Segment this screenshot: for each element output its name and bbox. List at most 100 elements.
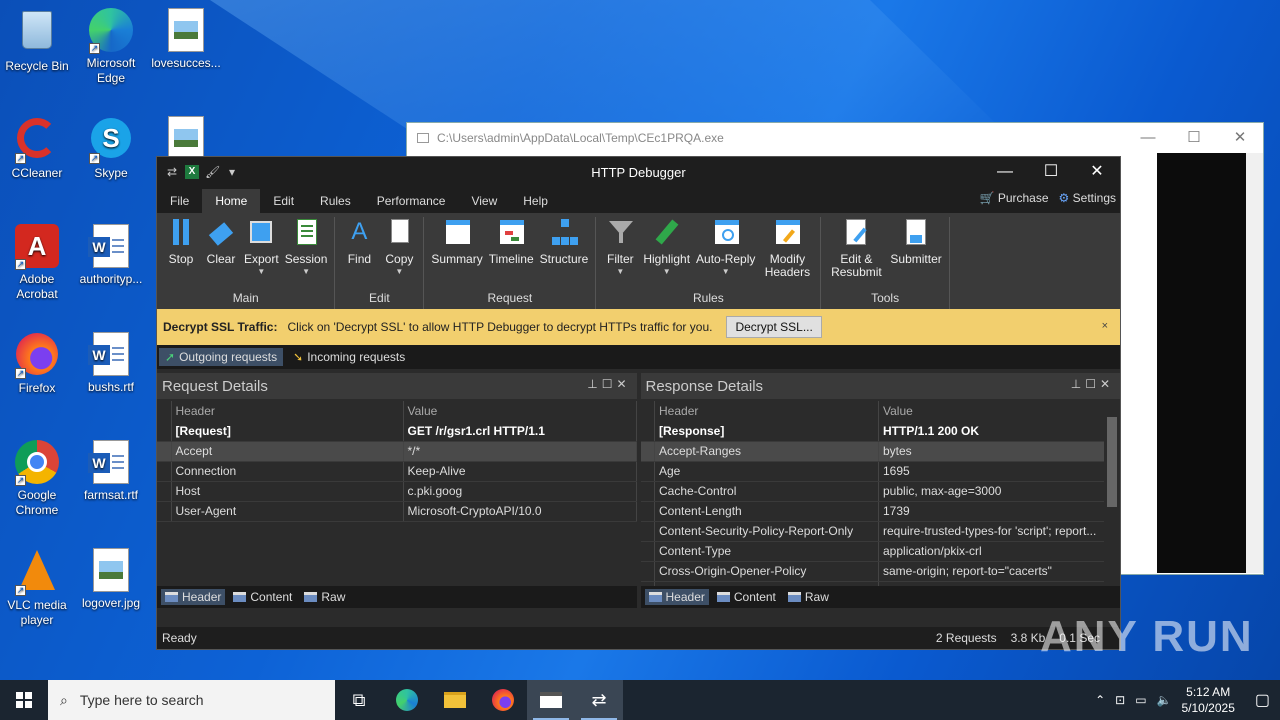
menu-rules[interactable]: Rules [307,189,364,213]
column-header[interactable]: Header [171,401,404,421]
desktop-icon-recycle-bin[interactable]: Recycle Bin [2,8,72,74]
taskbar-search[interactable]: ⌕ Type here to search [48,680,335,720]
menu-file[interactable]: File [157,189,202,213]
taskbar-file-explorer[interactable] [431,680,479,720]
maximize-button[interactable]: ☐ [1171,123,1217,153]
timeline-button[interactable]: Timeline [486,217,537,289]
table-row[interactable]: Cache-Control public, max-age=3000 [640,481,1105,502]
display-icon[interactable]: ▭ [1135,693,1146,707]
desktop-icon-edge[interactable]: ↗ Microsoft Edge [76,8,146,86]
start-button[interactable] [0,680,48,720]
find-button[interactable]: A Find [339,217,379,289]
tab-content[interactable]: Content [229,589,296,605]
scrollbar-thumb[interactable] [1107,417,1117,507]
menu-home[interactable]: Home [202,189,261,213]
table-row[interactable]: [Response] HTTP/1.1 200 OK [640,421,1105,442]
summary-button[interactable]: Summary [428,217,485,289]
taskbar-console-app[interactable] [527,680,575,720]
dropdown-icon[interactable]: ▾ [225,165,239,179]
close-button[interactable]: ✕ [1074,157,1120,187]
menu-performance[interactable]: Performance [364,189,459,213]
notification-icon[interactable]: ▢ [1255,690,1270,710]
close-notice-button[interactable]: × [1102,320,1108,332]
tab-header[interactable]: Header [161,589,226,605]
table-row[interactable]: User-Agent Microsoft-CryptoAPI/10.0 [157,501,637,522]
taskbar-firefox[interactable] [479,680,527,720]
tab-header[interactable]: Header [644,589,709,605]
table-row[interactable]: Content-Type application/pkix-crl [640,541,1105,562]
filter-button[interactable]: Filter ▼ [600,217,640,289]
maximize-button[interactable]: ☐ [1028,157,1074,187]
table-row[interactable]: Cross-Origin-Opener-Policy same-origin; r… [640,561,1105,582]
decrypt-ssl-button[interactable]: Decrypt SSL... [726,316,822,338]
desktop-icon-adobe-acrobat[interactable]: A ↗ Adobe Acrobat [2,224,72,302]
network-icon[interactable]: ⊡ [1115,693,1125,707]
close-button[interactable]: ✕ [1217,123,1263,153]
brush-icon[interactable]: 🖌 [205,165,220,179]
session-button[interactable]: Session ▼ [282,217,331,289]
taskbar-http-debugger[interactable]: ⇄ [575,680,623,720]
structure-button[interactable]: Structure [537,217,592,289]
table-row[interactable]: Accept */* [157,441,637,462]
titlebar[interactable]: ⇄ X 🖌 ▾ HTTP Debugger — ☐ ✕ [157,157,1120,187]
desktop-icon-image[interactable] [151,116,221,160]
acrobat-icon: A ↗ [15,224,59,270]
purchase-button[interactable]: 🛒 Purchase [980,191,1049,205]
column-header[interactable]: Value [403,401,637,421]
highlight-button[interactable]: Highlight ▼ [640,217,693,289]
desktop-icon-bushs[interactable]: W bushs.rtf [76,332,146,395]
tab-incoming-requests[interactable]: ➘ Incoming requests [287,348,411,366]
table-row[interactable]: Accept-Ranges bytes [640,441,1105,462]
table-row[interactable]: Content-Length 1739 [640,501,1105,522]
menu-help[interactable]: Help [510,189,561,213]
settings-button[interactable]: ⚙ Settings [1059,191,1116,205]
panel-title: Response Details [645,377,764,395]
column-header[interactable]: Header [654,401,879,421]
tab-raw[interactable]: Raw [300,589,349,605]
menu-view[interactable]: View [458,189,510,213]
desktop-icon-chrome[interactable]: ↗ Google Chrome [2,440,72,518]
panel-controls[interactable]: ⊥☐✕ [587,377,630,391]
stop-button[interactable]: Stop [161,217,201,289]
modify-headers-button[interactable]: Modify Headers [758,217,816,289]
taskbar-edge[interactable] [383,680,431,720]
desktop-icon-logover[interactable]: logover.jpg [76,548,146,611]
volume-icon[interactable]: 🔈 [1157,693,1172,707]
swap-icon[interactable]: ⇄ [165,165,179,179]
tab-outgoing-requests[interactable]: ➚ Outgoing requests [159,348,284,366]
minimize-button[interactable]: — [982,157,1028,187]
desktop-icon-firefox[interactable]: ↗ Firefox [2,332,72,396]
desktop-icon-ccleaner[interactable]: ↗ CCleaner [2,116,72,181]
table-row[interactable]: [Request] GET /r/gsr1.crl HTTP/1.1 [157,421,637,442]
table-row[interactable]: Host c.pki.goog [157,481,637,502]
desktop-icon-skype[interactable]: S ↗ Skype [76,116,146,181]
auto-reply-button[interactable]: Auto-Reply ▼ [693,217,758,289]
column-header[interactable]: Value [878,401,1105,421]
desktop-icon-farmsat[interactable]: W farmsat.rtf [76,440,146,503]
export-button[interactable]: Export ▼ [241,217,282,289]
desktop-icon-lovesucces[interactable]: lovesucces... [151,8,221,71]
menu-edit[interactable]: Edit [260,189,307,213]
tab-content[interactable]: Content [713,589,780,605]
excel-icon[interactable]: X [185,165,199,179]
clock[interactable]: 5:12 AM 5/10/2025 [1181,684,1234,716]
tab-raw[interactable]: Raw [784,589,833,605]
table-row[interactable]: Age 1695 [640,461,1105,482]
console-scrollbar[interactable] [1246,153,1263,573]
panel-controls[interactable]: ⊥☐✕ [1071,377,1114,391]
submitter-button[interactable]: Submitter [887,217,944,289]
clear-button[interactable]: Clear [201,217,241,289]
table-row[interactable]: Content-Security-Policy-Report-Only requi… [640,521,1105,542]
header-name: Cache-Control [654,481,879,502]
copy-button[interactable]: Copy ▼ [379,217,419,289]
minimize-button[interactable]: — [1125,123,1171,153]
desktop-icon-authorityp[interactable]: W authorityp... [76,224,146,287]
response-scrollbar[interactable] [1104,401,1120,587]
task-view-button[interactable]: ⧉ [335,680,383,720]
structure-icon [550,217,578,247]
background-window-titlebar[interactable]: C:\Users\admin\AppData\Local\Temp\CEc1PR… [407,123,1263,153]
edit-resubmit-button[interactable]: Edit & Resubmit [825,217,887,289]
table-row[interactable]: Connection Keep-Alive [157,461,637,482]
desktop-icon-vlc[interactable]: ↗ VLC media player [2,548,72,628]
chevron-up-icon[interactable]: ⌃ [1095,693,1105,707]
